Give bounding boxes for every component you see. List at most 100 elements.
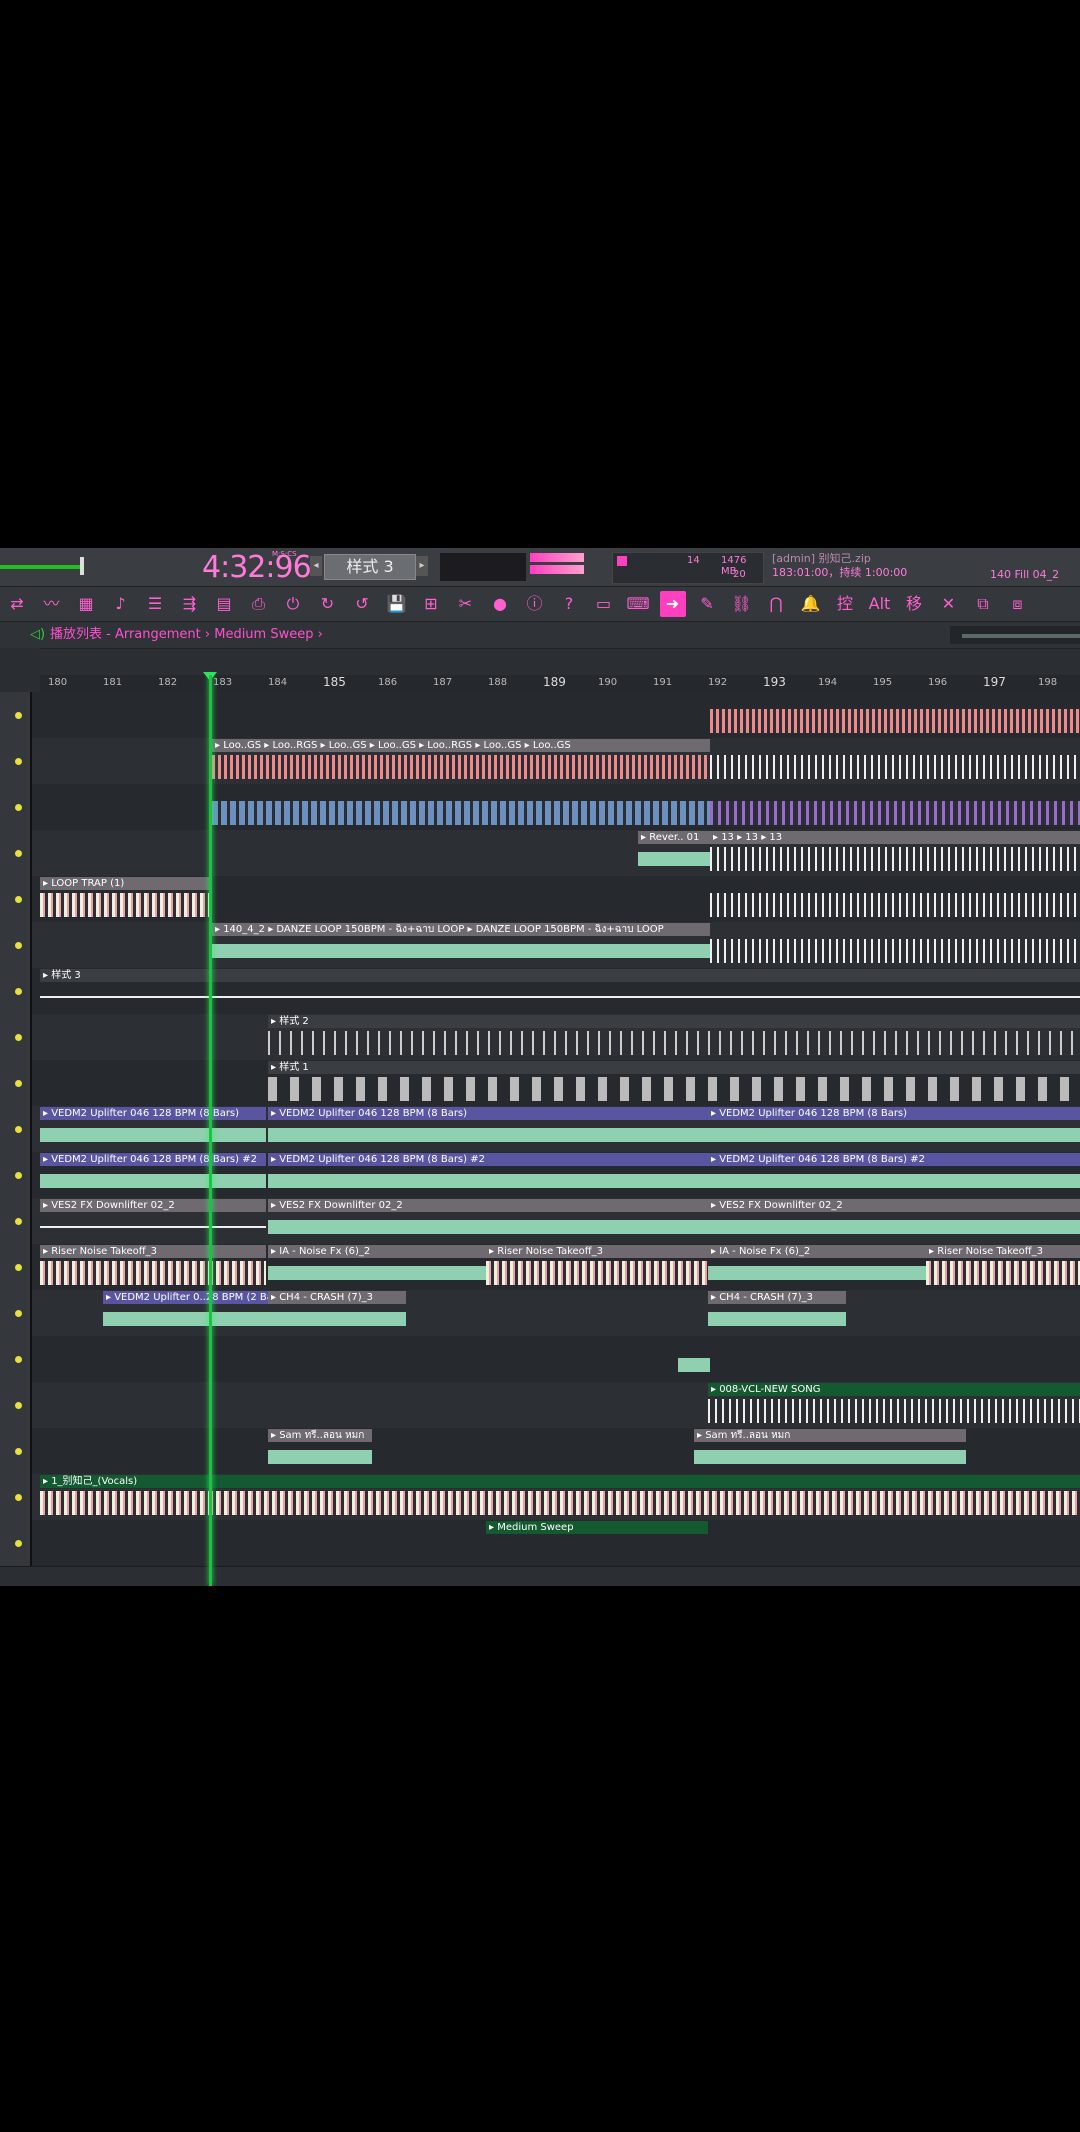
audio-clip[interactable]: ▸ VEDM2 Uplifter 046 128 BPM (8 Bars) xyxy=(708,1107,1080,1151)
track-mute-led-icon[interactable] xyxy=(15,1034,22,1041)
track-header[interactable] xyxy=(0,738,32,784)
audio-clip[interactable]: ▸ Riser Noise Takeoff_3 xyxy=(40,1245,266,1289)
playlist-track[interactable]: ▸ VES2 FX Downlifter 02_2 ▸ VES2 FX Downl… xyxy=(0,1198,1080,1245)
audio-clip[interactable] xyxy=(212,785,710,829)
playlist-track[interactable]: ▸ VEDM2 Uplifter 046 128 BPM (8 Bars) #2… xyxy=(0,1152,1080,1199)
track-mute-led-icon[interactable] xyxy=(15,850,22,857)
snap-icon[interactable]: ⇄ xyxy=(4,591,30,617)
audio-clip[interactable]: ▸ CH4 - CRASH (7)_3 xyxy=(708,1291,846,1335)
master-volume-knob[interactable] xyxy=(80,557,84,575)
track-header[interactable] xyxy=(0,1382,32,1428)
track-mute-led-icon[interactable] xyxy=(15,804,22,811)
save-icon[interactable]: 💾 xyxy=(384,591,410,617)
wave-icon[interactable]: 〰 xyxy=(39,591,65,617)
record-icon[interactable]: ● xyxy=(487,591,513,617)
track-mute-led-icon[interactable] xyxy=(15,988,22,995)
audio-clip[interactable]: ▸ VEDM2 Uplifter 046 128 BPM (8 Bars) #2 xyxy=(268,1153,708,1197)
audio-clip[interactable]: ▸ VEDM2 Uplifter 0..28 BPM (2 Bars) xyxy=(103,1291,268,1335)
audio-clip[interactable]: ▸ VEDM2 Uplifter 046 128 BPM (8 Bars) xyxy=(40,1107,266,1151)
track-mute-led-icon[interactable] xyxy=(15,712,22,719)
track-mute-led-icon[interactable] xyxy=(15,1172,22,1179)
track-header[interactable] xyxy=(0,1198,32,1244)
audio-clip[interactable]: ▸ Riser Noise Takeoff_3 xyxy=(486,1245,708,1289)
playlist-track[interactable]: ▸ Medium Sweep xyxy=(0,1520,1080,1567)
track-header[interactable] xyxy=(0,1244,32,1290)
playlist-track[interactable]: ▸ Riser Noise Takeoff_3 ▸ IA - Noise Fx (… xyxy=(0,1244,1080,1291)
track-header[interactable] xyxy=(0,1060,32,1106)
track-header[interactable] xyxy=(0,1152,32,1198)
audio-clip[interactable]: ▸ LOOP TRAP (1) xyxy=(40,877,210,921)
playlist-track[interactable]: ▸ Rever.. 01 ▸ 13 ▸ 13 ▸ 13 xyxy=(0,830,1080,877)
audio-clip[interactable]: ▸ 样式 1 xyxy=(268,1061,1080,1105)
browser-icon[interactable]: ☰ xyxy=(142,591,168,617)
info-icon[interactable]: ⓘ xyxy=(522,591,548,617)
track-mute-led-icon[interactable] xyxy=(15,1540,22,1547)
copy-icon[interactable]: ⧉ xyxy=(970,591,996,617)
playlist-track[interactable]: ▸ 样式 1 xyxy=(0,1060,1080,1107)
plugin-icon[interactable]: ▤ xyxy=(211,591,237,617)
audio-clip[interactable]: ▸ VEDM2 Uplifter 046 128 BPM (8 Bars) xyxy=(268,1107,708,1151)
piano-icon[interactable]: ♪ xyxy=(108,591,134,617)
audio-clip[interactable] xyxy=(710,877,1080,921)
audio-clip[interactable]: ▸ Sam ทรี..ลอน หมก xyxy=(268,1429,372,1473)
track-header[interactable] xyxy=(0,1428,32,1474)
audio-clip[interactable]: ▸ 样式 2 xyxy=(268,1015,1080,1059)
cut-icon[interactable]: ✂ xyxy=(453,591,479,617)
audio-clip[interactable] xyxy=(678,1337,710,1381)
playlist-track[interactable]: ▸ Sam ทรี..ลอน หมก ▸ Sam ทรี..ลอน หมก xyxy=(0,1428,1080,1475)
track-mute-led-icon[interactable] xyxy=(15,1448,22,1455)
audio-clip[interactable]: ▸ IA - Noise Fx (6)_2 xyxy=(268,1245,486,1289)
delete-icon[interactable]: ✕ xyxy=(936,591,962,617)
audio-clip[interactable]: ▸ IA - Noise Fx (6)_2 xyxy=(708,1245,926,1289)
audio-clip[interactable] xyxy=(710,785,1080,829)
audio-clip[interactable]: ▸ CH4 - CRASH (7)_3 xyxy=(268,1291,406,1335)
control-icon[interactable]: 控 xyxy=(832,591,858,617)
move-icon[interactable]: 移 xyxy=(901,591,927,617)
audio-clip[interactable]: ▸ VEDM2 Uplifter 046 128 BPM (8 Bars) #2 xyxy=(40,1153,266,1197)
magnet-icon[interactable]: ⋂ xyxy=(763,591,789,617)
audio-clip[interactable] xyxy=(710,739,1080,783)
audio-clip[interactable]: ▸ VES2 FX Downlifter 02_2 xyxy=(40,1199,266,1243)
playlist-track[interactable]: ▸ 008-VCL-NEW SONG xyxy=(0,1382,1080,1429)
audio-clip[interactable]: ▸ 008-VCL-NEW SONG xyxy=(708,1383,1080,1427)
track-mute-led-icon[interactable] xyxy=(15,1264,22,1271)
audio-clip[interactable]: ▸ Sam ทรี..ลอน หมก xyxy=(694,1429,966,1473)
pattern-next-arrow[interactable]: ▸ xyxy=(416,556,428,576)
audio-clip[interactable] xyxy=(710,693,1080,737)
track-mute-led-icon[interactable] xyxy=(15,1218,22,1225)
playlist-track[interactable] xyxy=(0,784,1080,831)
export-icon[interactable]: ⎙ xyxy=(246,591,272,617)
playlist-track[interactable] xyxy=(0,692,1080,739)
audio-clip[interactable]: ▸ 样式 3 xyxy=(40,969,1080,1013)
master-volume-slider[interactable] xyxy=(0,565,80,569)
redo-icon[interactable]: ↻ xyxy=(315,591,341,617)
track-mute-led-icon[interactable] xyxy=(15,942,22,949)
playlist-track[interactable]: ▸ 140_4_2 ▸ DANZE LOOP 150BPM - ฉิ่ง+ฉาบ… xyxy=(0,922,1080,969)
template-icon[interactable]: ⊞ xyxy=(418,591,444,617)
track-header[interactable] xyxy=(0,968,32,1014)
track-header[interactable] xyxy=(0,1474,32,1520)
timeline-ruler[interactable]: 180 181 182 183 184 185 186 187 188 189 190 191 192 1… xyxy=(40,675,1080,693)
track-header[interactable] xyxy=(0,1336,32,1382)
audio-clip[interactable]: ▸ VES2 FX Downlifter 02_2 xyxy=(268,1199,708,1243)
bell-icon[interactable]: 🔔 xyxy=(798,591,824,617)
paste-icon[interactable]: ⧈ xyxy=(1005,591,1031,617)
audio-clip[interactable]: ▸ 13 ▸ 13 ▸ 13 xyxy=(710,831,1080,875)
brush-icon[interactable]: ✎ xyxy=(694,591,720,617)
track-mute-led-icon[interactable] xyxy=(15,1126,22,1133)
track-mute-led-icon[interactable] xyxy=(15,1310,22,1317)
playlist-track[interactable]: ▸ 1_别知己_(Vocals) xyxy=(0,1474,1080,1521)
mixer-icon[interactable]: ▦ xyxy=(73,591,99,617)
playlist-track[interactable]: ▸ VEDM2 Uplifter 046 128 BPM (8 Bars) ▸ V… xyxy=(0,1106,1080,1153)
keyboard-icon[interactable]: ⌨ xyxy=(625,591,651,617)
playlist-icon[interactable]: ➜ xyxy=(659,591,686,617)
track-header[interactable] xyxy=(0,1290,32,1336)
breadcrumb-text[interactable]: 播放列表 - Arrangement › Medium Sweep › xyxy=(50,622,323,648)
pattern-selector[interactable]: 样式 3 xyxy=(324,554,416,580)
track-mute-led-icon[interactable] xyxy=(15,896,22,903)
link-icon[interactable]: ⛓ xyxy=(729,591,755,617)
track-header[interactable] xyxy=(0,1520,32,1566)
track-header[interactable] xyxy=(0,830,32,876)
pattern-prev-arrow[interactable]: ◂ xyxy=(310,556,322,576)
audio-clip[interactable]: ▸ VEDM2 Uplifter 046 128 BPM (8 Bars) #2 xyxy=(708,1153,1080,1197)
